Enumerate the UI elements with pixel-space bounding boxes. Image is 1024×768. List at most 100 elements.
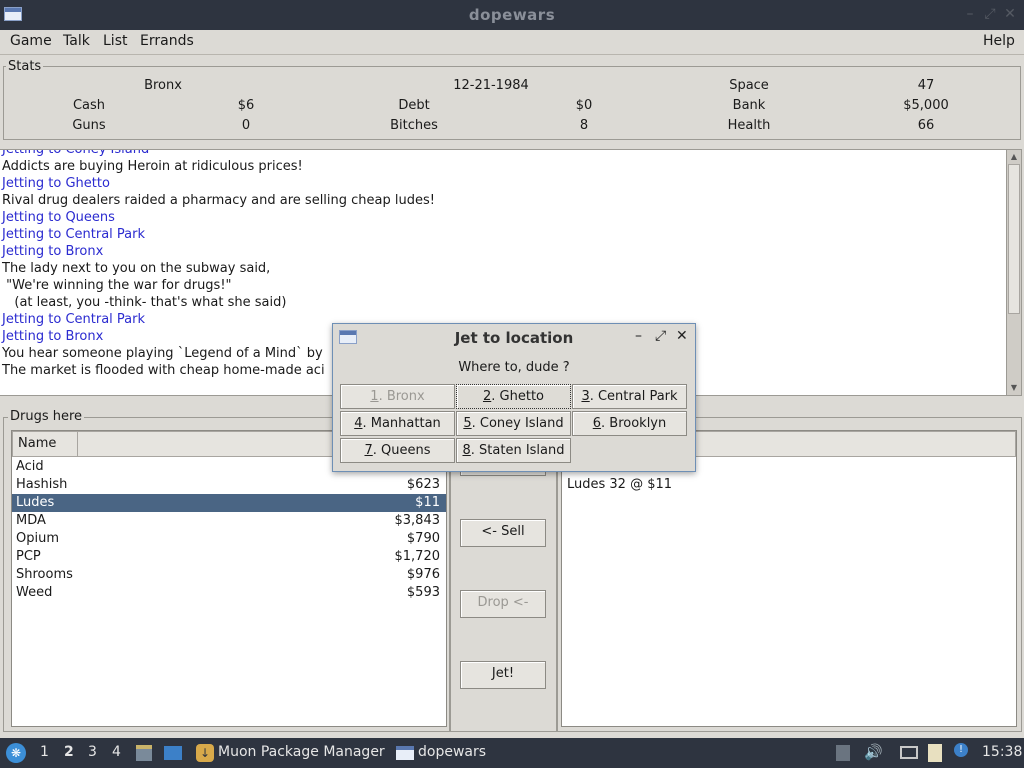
log-line: Jetting to Central Park	[2, 227, 146, 242]
stats-bank-label: Bank	[732, 98, 766, 113]
location-button[interactable]: 2. Ghetto	[456, 384, 571, 409]
menu-game-label: Game	[10, 33, 52, 49]
location-buttons: 1. Bronx 2. Ghetto 3. Central Park 4. Manha…	[340, 384, 690, 466]
drug-name: MDA	[16, 513, 46, 528]
stats-frame-label: Stats	[6, 59, 44, 74]
stats-location: Bronx	[144, 78, 182, 93]
taskbar-muon-label: Muon Package Manager	[218, 744, 385, 760]
menu-talk[interactable]: Talk	[63, 33, 90, 49]
log-line: Jetting to Bronx	[2, 329, 104, 344]
stats-bitches-label: Bitches	[390, 118, 438, 133]
drug-row[interactable]: Weed $593	[12, 584, 446, 602]
update-notifier-icon[interactable]: !	[954, 743, 968, 757]
sell-button[interactable]: <- Sell	[460, 519, 546, 547]
location-button[interactable]: 5. Coney Island	[456, 411, 571, 436]
drug-price: $3,843	[394, 513, 441, 528]
workspace-button[interactable]: 2	[64, 744, 74, 760]
jet-dialog-prompt: Where to, dude ?	[458, 360, 570, 375]
volume-icon[interactable]: 🔊	[864, 743, 883, 761]
log-line: You hear someone playing `Legend of a Mi…	[2, 346, 323, 361]
dialog-close-icon[interactable]: ✕	[676, 328, 688, 344]
log-line: Jetting to Coney Island	[2, 149, 150, 157]
dialog-minimize-icon[interactable]: –	[635, 328, 642, 344]
location-name: . Staten Island	[470, 443, 565, 458]
taskbar: ❋ 1234 ↓ Muon Package Manager dopewars 🔊…	[0, 738, 1024, 768]
close-icon[interactable]: ✕	[1002, 6, 1018, 22]
clock[interactable]: 15:38	[982, 744, 1022, 760]
location-name: . Central Park	[589, 389, 678, 404]
drugs-here-list[interactable]: Name Acid Hashish $623 Ludes $11 MDA $3,843 Opi…	[11, 430, 447, 727]
desktop-icon[interactable]	[164, 746, 182, 760]
drug-row[interactable]: Hashish $623	[12, 476, 446, 494]
stats-bank-value: $5,000	[903, 98, 949, 113]
location-button[interactable]: 3. Central Park	[572, 384, 687, 409]
workspace-button[interactable]: 4	[112, 744, 121, 760]
log-line: Addicts are buying Heroin at ridiculous …	[2, 159, 303, 174]
workspace-button[interactable]: 1	[40, 744, 49, 760]
dialog-maximize-icon[interactable]: ⤢	[655, 328, 666, 344]
menu-errands-label: Errands	[140, 33, 194, 49]
taskbar-dopewars-label: dopewars	[418, 744, 487, 760]
location-key: 3	[581, 389, 590, 404]
drug-row[interactable]: MDA $3,843	[12, 512, 446, 530]
location-key: 1	[370, 389, 379, 404]
drug-name: Ludes	[16, 495, 55, 510]
log-line: Jetting to Ghetto	[2, 176, 110, 191]
log-line: Jetting to Bronx	[2, 244, 104, 259]
log-scrollbar[interactable]: ▲ ▼	[1006, 149, 1022, 396]
drug-row[interactable]: Ludes $11	[12, 494, 446, 512]
tray-storage-icon[interactable]	[836, 745, 850, 761]
taskbar-muon[interactable]: ↓ Muon Package Manager	[194, 742, 392, 764]
network-icon[interactable]	[900, 746, 918, 759]
taskbar-dopewars[interactable]: dopewars	[394, 742, 494, 764]
log-line: Jetting to Central Park	[2, 312, 146, 327]
workspace-button[interactable]: 3	[88, 744, 97, 760]
location-name: . Queens	[372, 443, 431, 458]
location-button[interactable]: 7. Queens	[340, 438, 455, 463]
drugs-here-label: Drugs here	[8, 409, 85, 424]
start-menu-icon[interactable]: ❋	[6, 743, 26, 763]
menu-errands[interactable]: Errands	[140, 33, 194, 49]
menu-bar: Game Talk List Errands Help	[0, 30, 1024, 55]
location-button[interactable]: 6. Brooklyn	[572, 411, 687, 436]
menu-list[interactable]: List	[103, 33, 127, 49]
scroll-thumb[interactable]	[1008, 164, 1020, 314]
stats-space-label: Space	[729, 78, 769, 93]
minimize-icon[interactable]: –	[962, 6, 978, 22]
scroll-down-icon[interactable]: ▼	[1008, 382, 1020, 394]
stats-date: 12-21-1984	[453, 78, 529, 93]
menu-game[interactable]: Game	[10, 33, 52, 49]
location-button[interactable]: 1. Bronx	[340, 384, 455, 409]
location-name: . Bronx	[378, 389, 425, 404]
clipboard-icon[interactable]	[928, 744, 942, 762]
menu-talk-label: Talk	[63, 33, 90, 49]
drug-name: Acid	[16, 459, 44, 474]
location-button[interactable]: 8. Staten Island	[456, 438, 571, 463]
maximize-icon[interactable]: ⤢	[982, 6, 998, 22]
carried-list[interactable]: Ludes 32 @ $11	[561, 430, 1017, 727]
jet-dialog-titlebar[interactable]: Jet to location – ⤢ ✕	[333, 324, 695, 350]
file-manager-icon[interactable]	[136, 745, 152, 761]
drug-name: Shrooms	[16, 567, 73, 582]
location-key: 5	[463, 416, 472, 431]
jet-button[interactable]: Jet!	[460, 661, 546, 689]
carried-row[interactable]: Ludes 32 @ $11	[562, 476, 1016, 494]
drug-row[interactable]: PCP $1,720	[12, 548, 446, 566]
stats-health-value: 66	[917, 118, 935, 133]
window-titlebar[interactable]: dopewars – ⤢ ✕	[0, 0, 1024, 30]
location-name: . Brooklyn	[601, 416, 667, 431]
drug-name: Opium	[16, 531, 59, 546]
stats-space-value: 47	[917, 78, 935, 93]
log-line: Rival drug dealers raided a pharmacy and…	[2, 193, 435, 208]
column-header-name-label: Name	[18, 436, 57, 451]
drop-button[interactable]: Drop <-	[460, 590, 546, 618]
location-button[interactable]: 4. Manhattan	[340, 411, 455, 436]
column-header-name[interactable]: Name	[12, 431, 78, 457]
drug-row[interactable]: Shrooms $976	[12, 566, 446, 584]
menu-help[interactable]: Help	[983, 33, 1015, 49]
drug-price: $976	[406, 567, 440, 582]
drug-name: PCP	[16, 549, 41, 564]
location-key: 8	[462, 443, 471, 458]
scroll-up-icon[interactable]: ▲	[1008, 151, 1020, 163]
drug-row[interactable]: Opium $790	[12, 530, 446, 548]
